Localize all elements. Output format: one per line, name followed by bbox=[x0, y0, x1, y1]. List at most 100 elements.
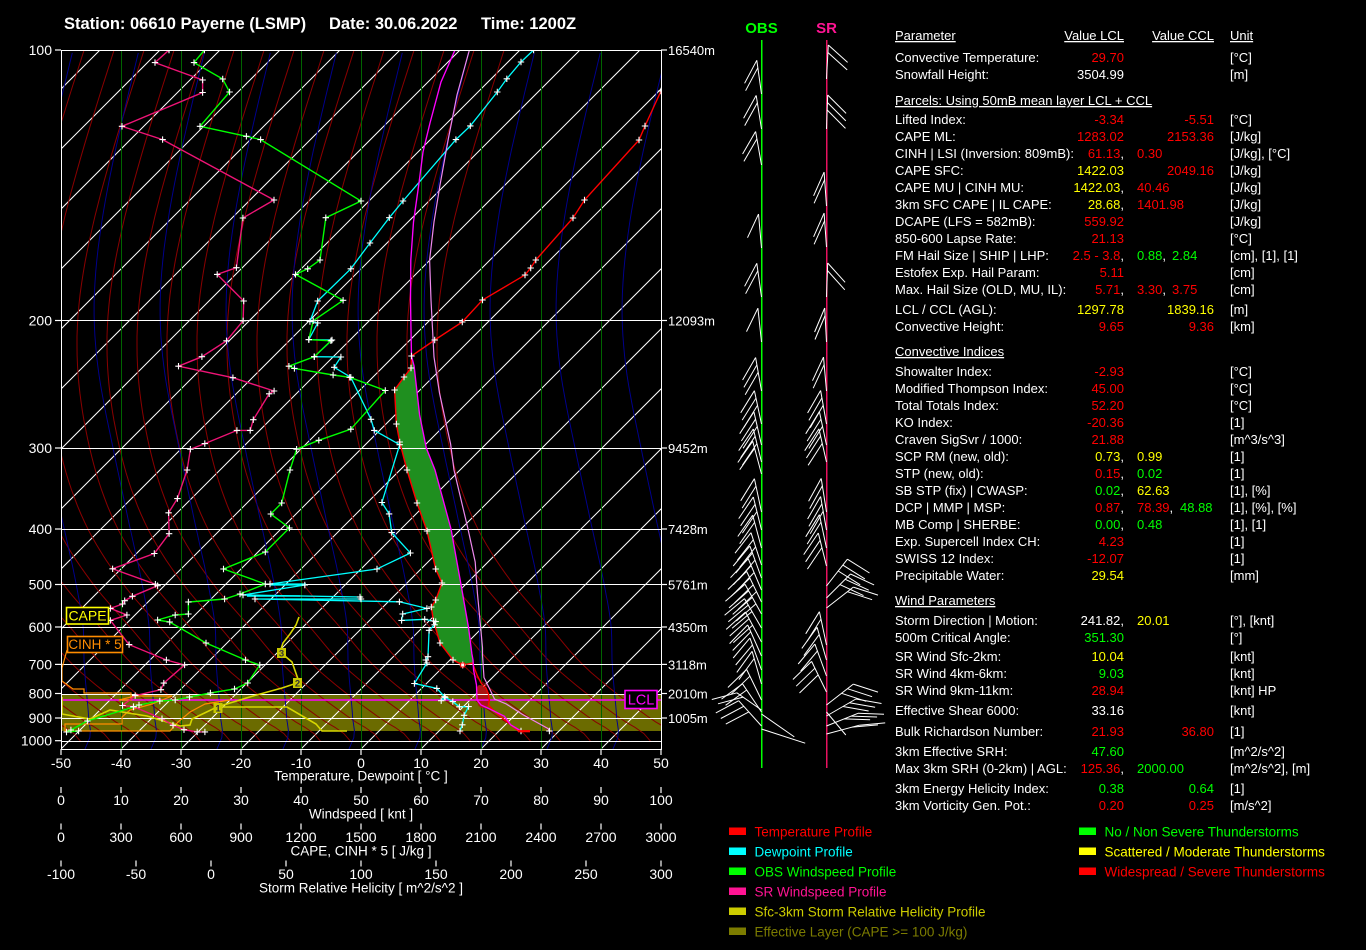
svg-text:3118m: 3118m bbox=[668, 657, 707, 672]
svg-text:45.00: 45.00 bbox=[1091, 381, 1124, 396]
svg-text:Temperature Profile: Temperature Profile bbox=[755, 825, 873, 840]
svg-text:0.25: 0.25 bbox=[1189, 798, 1214, 813]
svg-text:Precipitable Water:: Precipitable Water: bbox=[895, 568, 1004, 583]
svg-text:-40: -40 bbox=[111, 755, 131, 771]
svg-text:3: 3 bbox=[279, 649, 284, 660]
svg-text:DCP | MMP | MSP:: DCP | MMP | MSP: bbox=[895, 500, 1005, 515]
svg-text:20.01: 20.01 bbox=[1137, 613, 1170, 628]
svg-text:[J/kg]: [J/kg] bbox=[1230, 197, 1261, 212]
svg-text:-12.07: -12.07 bbox=[1087, 551, 1124, 566]
svg-text:Total Totals Index:: Total Totals Index: bbox=[895, 398, 999, 413]
svg-text:CAPE: CAPE bbox=[68, 608, 106, 624]
svg-text:[1]: [1] bbox=[1230, 415, 1244, 430]
svg-text:700: 700 bbox=[29, 656, 53, 672]
svg-text:[°C]: [°C] bbox=[1230, 381, 1252, 396]
svg-text:29.70: 29.70 bbox=[1091, 50, 1124, 65]
svg-text:[1], [%], [%]: [1], [%], [%] bbox=[1230, 500, 1296, 515]
svg-text:[°]: [°] bbox=[1230, 630, 1242, 645]
svg-text:SWISS 12 Index:: SWISS 12 Index: bbox=[895, 551, 994, 566]
svg-text:200: 200 bbox=[499, 866, 523, 882]
svg-text:0.15,: 0.15, bbox=[1095, 466, 1124, 481]
svg-text:Showalter Index:: Showalter Index: bbox=[895, 364, 992, 379]
svg-text:[1]: [1] bbox=[1230, 724, 1244, 739]
svg-text:4350m: 4350m bbox=[668, 620, 708, 635]
svg-text:[m]: [m] bbox=[1230, 302, 1248, 317]
svg-text:40: 40 bbox=[293, 792, 309, 808]
svg-text:MB Comp | SHERBE:: MB Comp | SHERBE: bbox=[895, 517, 1020, 532]
svg-text:5761m: 5761m bbox=[668, 578, 708, 593]
svg-text:30: 30 bbox=[233, 792, 249, 808]
svg-text:Dewpoint Profile: Dewpoint Profile bbox=[755, 845, 853, 860]
svg-text:SR Wind 9km-11km:: SR Wind 9km-11km: bbox=[895, 683, 1013, 698]
svg-text:Temperature, Dewpoint [ °C ]: Temperature, Dewpoint [ °C ] bbox=[274, 769, 447, 784]
svg-text:Date: 30.06.2022: Date: 30.06.2022 bbox=[329, 15, 457, 33]
svg-text:CAPE ML:: CAPE ML: bbox=[895, 129, 956, 144]
svg-text:250: 250 bbox=[574, 866, 598, 882]
svg-text:CAPE, CINH * 5 [ J/kg ]: CAPE, CINH * 5 [ J/kg ] bbox=[290, 844, 431, 859]
svg-text:[m^2/s^2]: [m^2/s^2] bbox=[1230, 744, 1285, 759]
svg-text:20: 20 bbox=[473, 755, 489, 771]
svg-text:1401.98: 1401.98 bbox=[1137, 197, 1184, 212]
svg-text:28.94: 28.94 bbox=[1091, 683, 1124, 698]
svg-text:Parcels: Using 50mB mean layer: Parcels: Using 50mB mean layer LCL + CCL bbox=[895, 93, 1152, 108]
svg-text:600: 600 bbox=[169, 829, 193, 845]
svg-text:Effective Shear 6000:: Effective Shear 6000: bbox=[895, 703, 1019, 718]
svg-text:OBS Windspeed Profile: OBS Windspeed Profile bbox=[755, 865, 897, 880]
svg-text:Wind Parameters: Wind Parameters bbox=[895, 593, 996, 608]
svg-text:[m]: [m] bbox=[1230, 67, 1248, 82]
svg-text:Lifted Index:: Lifted Index: bbox=[895, 112, 966, 127]
svg-text:Convective Height:: Convective Height: bbox=[895, 319, 1004, 334]
svg-text:[J/kg], [°C]: [J/kg], [°C] bbox=[1230, 146, 1290, 161]
svg-text:Storm Direction | Motion:: Storm Direction | Motion: bbox=[895, 613, 1038, 628]
svg-text:[knt]: [knt] bbox=[1230, 666, 1255, 681]
svg-text:1000: 1000 bbox=[21, 733, 52, 749]
svg-text:[cm]: [cm] bbox=[1230, 265, 1255, 280]
svg-text:SB STP (fix) | CWASP:: SB STP (fix) | CWASP: bbox=[895, 483, 1028, 498]
svg-text:40.46: 40.46 bbox=[1137, 180, 1170, 195]
svg-text:Parameter: Parameter bbox=[895, 28, 956, 43]
svg-text:[mm]: [mm] bbox=[1230, 568, 1259, 583]
svg-text:CINH | LSI (Inversion: 809mB):: CINH | LSI (Inversion: 809mB): bbox=[895, 146, 1074, 161]
svg-text:Time: 1200Z: Time: 1200Z bbox=[481, 15, 576, 33]
svg-text:40: 40 bbox=[593, 755, 609, 771]
svg-text:[J/kg]: [J/kg] bbox=[1230, 214, 1261, 229]
svg-text:61.13,: 61.13, bbox=[1088, 146, 1124, 161]
svg-text:7428m: 7428m bbox=[668, 522, 708, 537]
svg-text:0.20: 0.20 bbox=[1099, 798, 1124, 813]
svg-text:-3.34: -3.34 bbox=[1094, 112, 1124, 127]
svg-text:Station: 06610 Payerne (LSMP): Station: 06610 Payerne (LSMP) bbox=[64, 15, 306, 33]
svg-text:52.20: 52.20 bbox=[1091, 398, 1124, 413]
svg-text:SR Wind Sfc-2km:: SR Wind Sfc-2km: bbox=[895, 649, 1001, 664]
svg-text:2010m: 2010m bbox=[668, 687, 708, 702]
svg-text:48.88: 48.88 bbox=[1180, 500, 1213, 515]
svg-text:[J/kg]: [J/kg] bbox=[1230, 163, 1261, 178]
svg-text:9.03: 9.03 bbox=[1099, 666, 1124, 681]
svg-text:0.00,: 0.00, bbox=[1095, 517, 1124, 532]
svg-text:SR Windspeed Profile: SR Windspeed Profile bbox=[755, 885, 887, 900]
svg-text:125.36,: 125.36, bbox=[1081, 761, 1124, 776]
svg-text:No / Non Severe Thunderstorms: No / Non Severe Thunderstorms bbox=[1105, 825, 1299, 840]
svg-text:10: 10 bbox=[113, 792, 129, 808]
svg-text:Scattered / Moderate Thunderst: Scattered / Moderate Thunderstorms bbox=[1105, 845, 1326, 860]
svg-text:500m Critical Angle:: 500m Critical Angle: bbox=[895, 630, 1011, 645]
svg-text:1297.78: 1297.78 bbox=[1077, 302, 1124, 317]
svg-text:1283.02: 1283.02 bbox=[1077, 129, 1124, 144]
svg-text:300: 300 bbox=[29, 440, 53, 456]
svg-text:100: 100 bbox=[649, 792, 673, 808]
svg-text:0.38: 0.38 bbox=[1099, 781, 1124, 796]
svg-text:-5.51: -5.51 bbox=[1184, 112, 1214, 127]
svg-text:3.30,: 3.30, bbox=[1137, 282, 1166, 297]
svg-text:[cm], [1], [1]: [cm], [1], [1] bbox=[1230, 248, 1298, 263]
svg-text:0.64: 0.64 bbox=[1189, 781, 1214, 796]
svg-text:CINH * 5: CINH * 5 bbox=[68, 637, 121, 652]
svg-text:Snowfall Height:: Snowfall Height: bbox=[895, 67, 989, 82]
svg-text:[m/s^2]: [m/s^2] bbox=[1230, 798, 1272, 813]
svg-text:[°C]: [°C] bbox=[1230, 50, 1252, 65]
svg-text:Modified Thompson Index:: Modified Thompson Index: bbox=[895, 381, 1048, 396]
svg-text:0.99: 0.99 bbox=[1137, 449, 1162, 464]
svg-text:3504.99: 3504.99 bbox=[1077, 67, 1124, 82]
svg-text:[°C]: [°C] bbox=[1230, 364, 1252, 379]
svg-text:Convective Indices: Convective Indices bbox=[895, 344, 1005, 359]
svg-text:20: 20 bbox=[173, 792, 189, 808]
svg-text:[km]: [km] bbox=[1230, 319, 1255, 334]
